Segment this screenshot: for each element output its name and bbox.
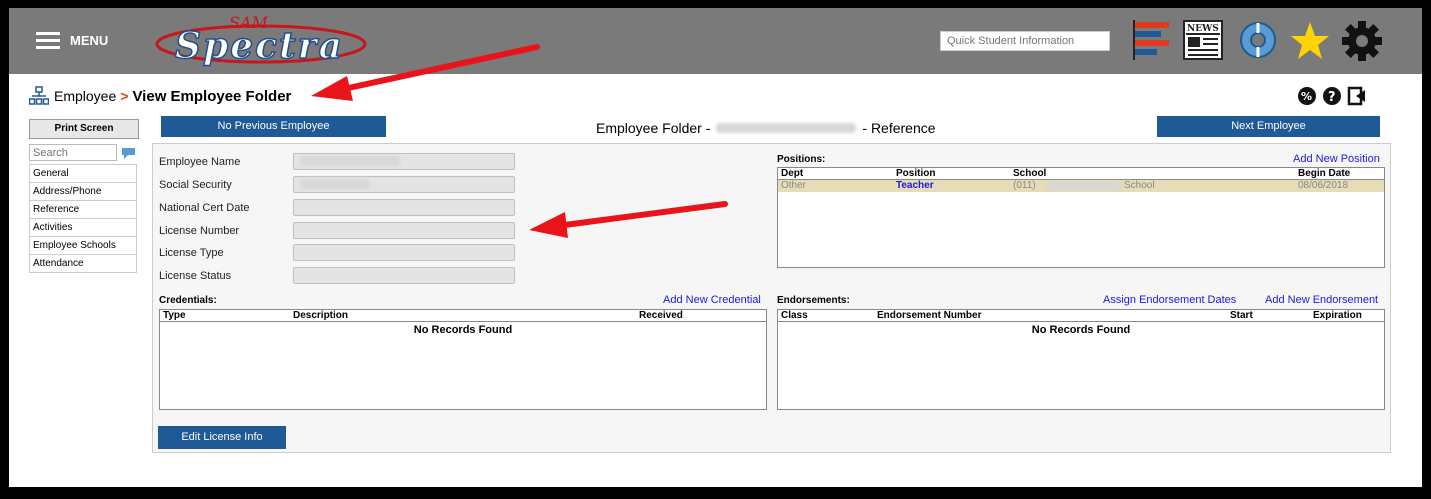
red-arrow-icon xyxy=(529,201,728,238)
annotation-arrows xyxy=(311,44,728,238)
red-arrow-icon xyxy=(311,44,540,101)
app-frame: MENU SAM Spectra NEWS xyxy=(9,8,1422,487)
